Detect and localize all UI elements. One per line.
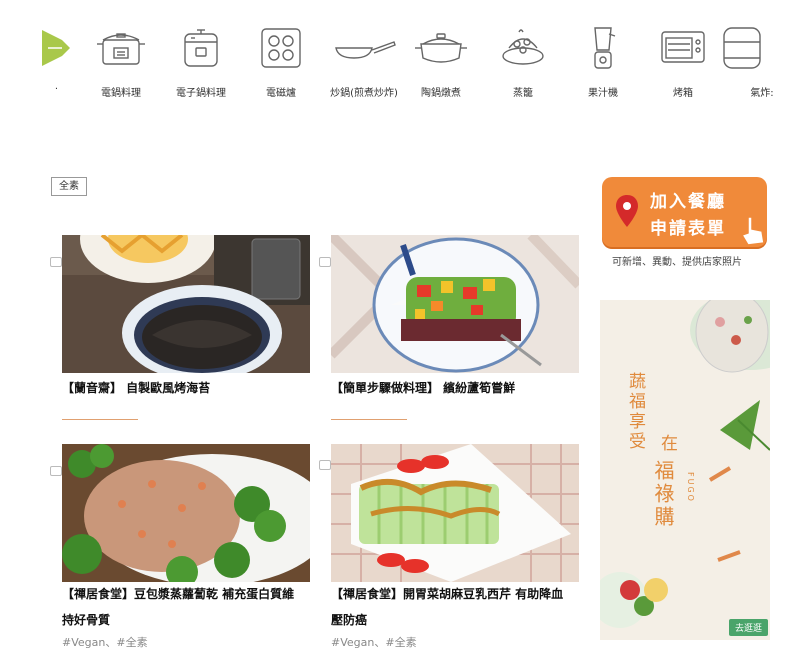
article-title[interactable]: 【禪居食堂】開胃菜胡麻豆乳西芹 有助降血 壓防癌 [331,581,581,633]
category-item-partial[interactable]: · [40,18,74,102]
filter-tag-all-vegan[interactable]: 全素 [51,177,87,196]
ad-shop-button[interactable]: 去逛逛 [728,619,768,636]
category-item-induction[interactable]: 電磁爐 [238,18,324,102]
map-pin-icon [616,195,638,227]
category-item-rice-cooker[interactable]: 電鍋料理 [78,18,164,102]
join-restaurant-button[interactable]: 加入餐廳 申請表單 [602,177,767,247]
pointer-hand-icon [740,216,765,246]
frying-pan-icon [335,41,396,59]
article-divider [331,419,407,420]
ad-slogan-line1: 蔬福享受 [625,372,645,452]
article-divider [62,419,138,420]
article-title[interactable]: 【簡單步驟做料理】 繽紛蘆筍嘗鮮 [331,375,581,401]
category-item-blender[interactable]: 果汁機 [560,18,646,102]
article-thumbnail[interactable] [331,444,579,582]
oven-icon [661,31,705,63]
category-item-clay-pot[interactable]: 陶鍋燉煮 [398,18,484,102]
electric-rice-cooker-icon [97,33,145,65]
fugo-ad-banner[interactable]: 蔬福享受 在 福祿購 FUGO 去逛逛 [600,300,770,640]
share-icon [319,460,331,470]
article-thumbnail[interactable] [62,235,310,373]
pressure-cooker-icon [184,29,218,67]
air-fryer-icon [723,27,761,69]
green-fan-icon [42,30,70,66]
blender-icon [594,27,616,69]
ad-brand-cn: 福祿購 [651,460,675,529]
article-title[interactable]: 【禪居食堂】豆包漿蒸蘿蔔乾 補充蛋白質維 持好骨質 [62,581,312,633]
ad-brand-en: FUGO [686,472,695,503]
article-thumbnail[interactable] [331,235,579,373]
article-title[interactable]: 【蘭音齋】 自製歐風烤海苔 [62,375,312,401]
ad-slogan-line2: 在 [657,434,677,454]
share-icon [319,257,331,267]
category-strip: · 電鍋料理 電子鍋料理 電磁爐 炒鍋(煎煮炒炸) 陶鍋燉煮 蒸籠 果汁機 烤箱… [40,18,780,108]
article-tags[interactable]: #Vegan、#全素 [62,634,148,650]
category-item-air-fryer[interactable]: 氣炸: [720,18,780,102]
join-subtext: 可新增、異動、提供店家照片 [612,257,742,268]
category-item-frying-pan[interactable]: 炒鍋(煎煮炒炸) [321,18,407,102]
category-item-pressure-cooker[interactable]: 電子鍋料理 [158,18,244,102]
category-item-steamer[interactable]: 蒸籠 [480,18,566,102]
article-tags[interactable]: #Vegan、#全素 [331,634,417,650]
steamer-basket-icon [502,29,544,65]
article-thumbnail[interactable] [62,444,310,582]
induction-cooktop-icon [261,28,301,68]
share-icon [50,257,62,267]
clay-pot-icon [415,33,467,63]
category-item-oven[interactable]: 烤箱 [640,18,726,102]
share-icon [50,466,62,476]
